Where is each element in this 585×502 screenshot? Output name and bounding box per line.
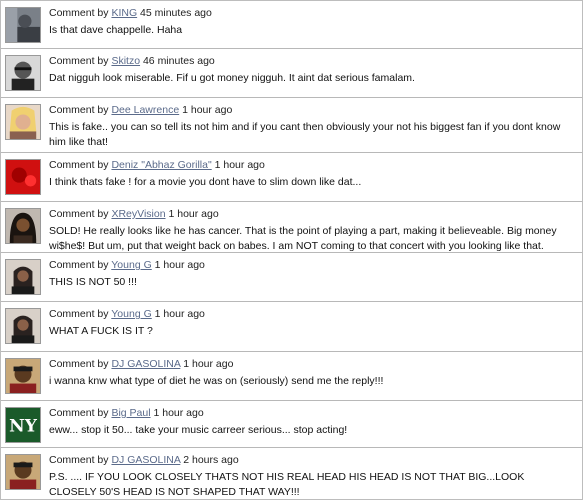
comment-meta: Comment by DJ GASOLINA 1 hour ago bbox=[49, 358, 233, 370]
comment-time: 1 hour ago bbox=[153, 407, 204, 419]
author-link[interactable]: Dee Lawrence bbox=[111, 104, 179, 116]
comment-item: Comment by Deniz "Abhaz Gorilla" 1 hour … bbox=[1, 153, 582, 202]
comment-prefix: Comment by bbox=[49, 407, 109, 419]
author-link[interactable]: Deniz "Abhaz Gorilla" bbox=[111, 159, 211, 171]
comment-prefix: Comment by bbox=[49, 55, 109, 67]
avatar[interactable] bbox=[5, 358, 41, 394]
comment-time: 1 hour ago bbox=[154, 308, 205, 320]
comment-item: Comment by XReyVision 1 hour ago SOLD! H… bbox=[1, 202, 582, 253]
avatar[interactable] bbox=[5, 308, 41, 344]
comment-item: Comment by DJ GASOLINA 1 hour ago i wann… bbox=[1, 352, 582, 401]
comment-time: 1 hour ago bbox=[168, 208, 219, 220]
comment-time: 1 hour ago bbox=[183, 358, 234, 370]
author-link[interactable]: XReyVision bbox=[111, 208, 165, 220]
comment-prefix: Comment by bbox=[49, 308, 109, 320]
author-link[interactable]: Young G bbox=[111, 259, 151, 271]
comment-meta: Comment by Young G 1 hour ago bbox=[49, 308, 205, 320]
avatar[interactable]: NY bbox=[5, 407, 41, 443]
avatar[interactable] bbox=[5, 208, 41, 244]
comment-meta: Comment by Big Paul 1 hour ago bbox=[49, 407, 204, 419]
avatar[interactable] bbox=[5, 454, 41, 490]
comment-time: 45 minutes ago bbox=[140, 7, 212, 19]
comment-text: THIS IS NOT 50 !!! bbox=[49, 276, 137, 288]
comment-meta: Comment by Young G 1 hour ago bbox=[49, 259, 205, 271]
comment-meta: Comment by XReyVision 1 hour ago bbox=[49, 208, 219, 220]
author-link[interactable]: DJ GASOLINA bbox=[111, 454, 180, 466]
comment-prefix: Comment by bbox=[49, 208, 109, 220]
comment-prefix: Comment by bbox=[49, 454, 109, 466]
comment-time: 1 hour ago bbox=[214, 159, 265, 171]
comment-meta: Comment by Skitzo 46 minutes ago bbox=[49, 55, 215, 67]
author-link[interactable]: KING bbox=[111, 7, 137, 19]
comment-text: Dat nigguh look miserable. Fif u got mon… bbox=[49, 72, 415, 84]
author-link[interactable]: Young G bbox=[111, 308, 151, 320]
comment-meta: Comment by DJ GASOLINA 2 hours ago bbox=[49, 454, 239, 466]
comment-text: eww... stop it 50... take your music car… bbox=[49, 424, 348, 436]
comment-text: WHAT A FUCK IS IT ? bbox=[49, 325, 153, 337]
comments-list: Comment by KING 45 minutes ago Is that d… bbox=[0, 0, 583, 500]
author-link[interactable]: DJ GASOLINA bbox=[111, 358, 180, 370]
comment-prefix: Comment by bbox=[49, 259, 109, 271]
comment-item: Comment by DJ GASOLINA 2 hours ago P.S. … bbox=[1, 448, 582, 501]
avatar[interactable] bbox=[5, 259, 41, 295]
comment-item: Comment by Dee Lawrence 1 hour ago This … bbox=[1, 98, 582, 153]
comment-text: I think thats fake ! for a movie you don… bbox=[49, 176, 362, 188]
comment-time: 46 minutes ago bbox=[142, 55, 215, 67]
comment-item: NY Comment by Big Paul 1 hour ago eww...… bbox=[1, 401, 582, 448]
comment-prefix: Comment by bbox=[49, 104, 109, 116]
comment-text: This is fake.. you can so tell its not h… bbox=[49, 121, 561, 148]
comment-item: Comment by Young G 1 hour ago WHAT A FUC… bbox=[1, 302, 582, 352]
avatar[interactable] bbox=[5, 104, 41, 140]
comment-text: i wanna knw what type of diet he was on … bbox=[49, 375, 384, 387]
comment-time: 2 hours ago bbox=[183, 454, 239, 466]
comment-time: 1 hour ago bbox=[154, 259, 205, 271]
avatar[interactable] bbox=[5, 7, 41, 43]
avatar[interactable] bbox=[5, 55, 41, 91]
comment-prefix: Comment by bbox=[49, 159, 109, 171]
avatar[interactable] bbox=[5, 159, 41, 195]
comment-meta: Comment by KING 45 minutes ago bbox=[49, 7, 212, 19]
comment-prefix: Comment by bbox=[49, 7, 109, 19]
comment-text: SOLD! He really looks like he has cancer… bbox=[49, 225, 557, 252]
comment-text: P.S. .... IF YOU LOOK CLOSELY THATS NOT … bbox=[49, 471, 525, 498]
comment-item: Comment by Skitzo 46 minutes ago Dat nig… bbox=[1, 49, 582, 98]
comment-time: 1 hour ago bbox=[182, 104, 233, 116]
svg-text:NY: NY bbox=[9, 417, 38, 437]
comment-meta: Comment by Deniz "Abhaz Gorilla" 1 hour … bbox=[49, 159, 265, 171]
comment-item: Comment by Young G 1 hour ago THIS IS NO… bbox=[1, 253, 582, 302]
comment-text: Is that dave chappelle. Haha bbox=[49, 24, 183, 36]
author-link[interactable]: Big Paul bbox=[111, 407, 150, 419]
author-link[interactable]: Skitzo bbox=[111, 55, 140, 67]
comment-prefix: Comment by bbox=[49, 358, 109, 370]
comment-item: Comment by KING 45 minutes ago Is that d… bbox=[1, 1, 582, 49]
comment-meta: Comment by Dee Lawrence 1 hour ago bbox=[49, 104, 232, 116]
